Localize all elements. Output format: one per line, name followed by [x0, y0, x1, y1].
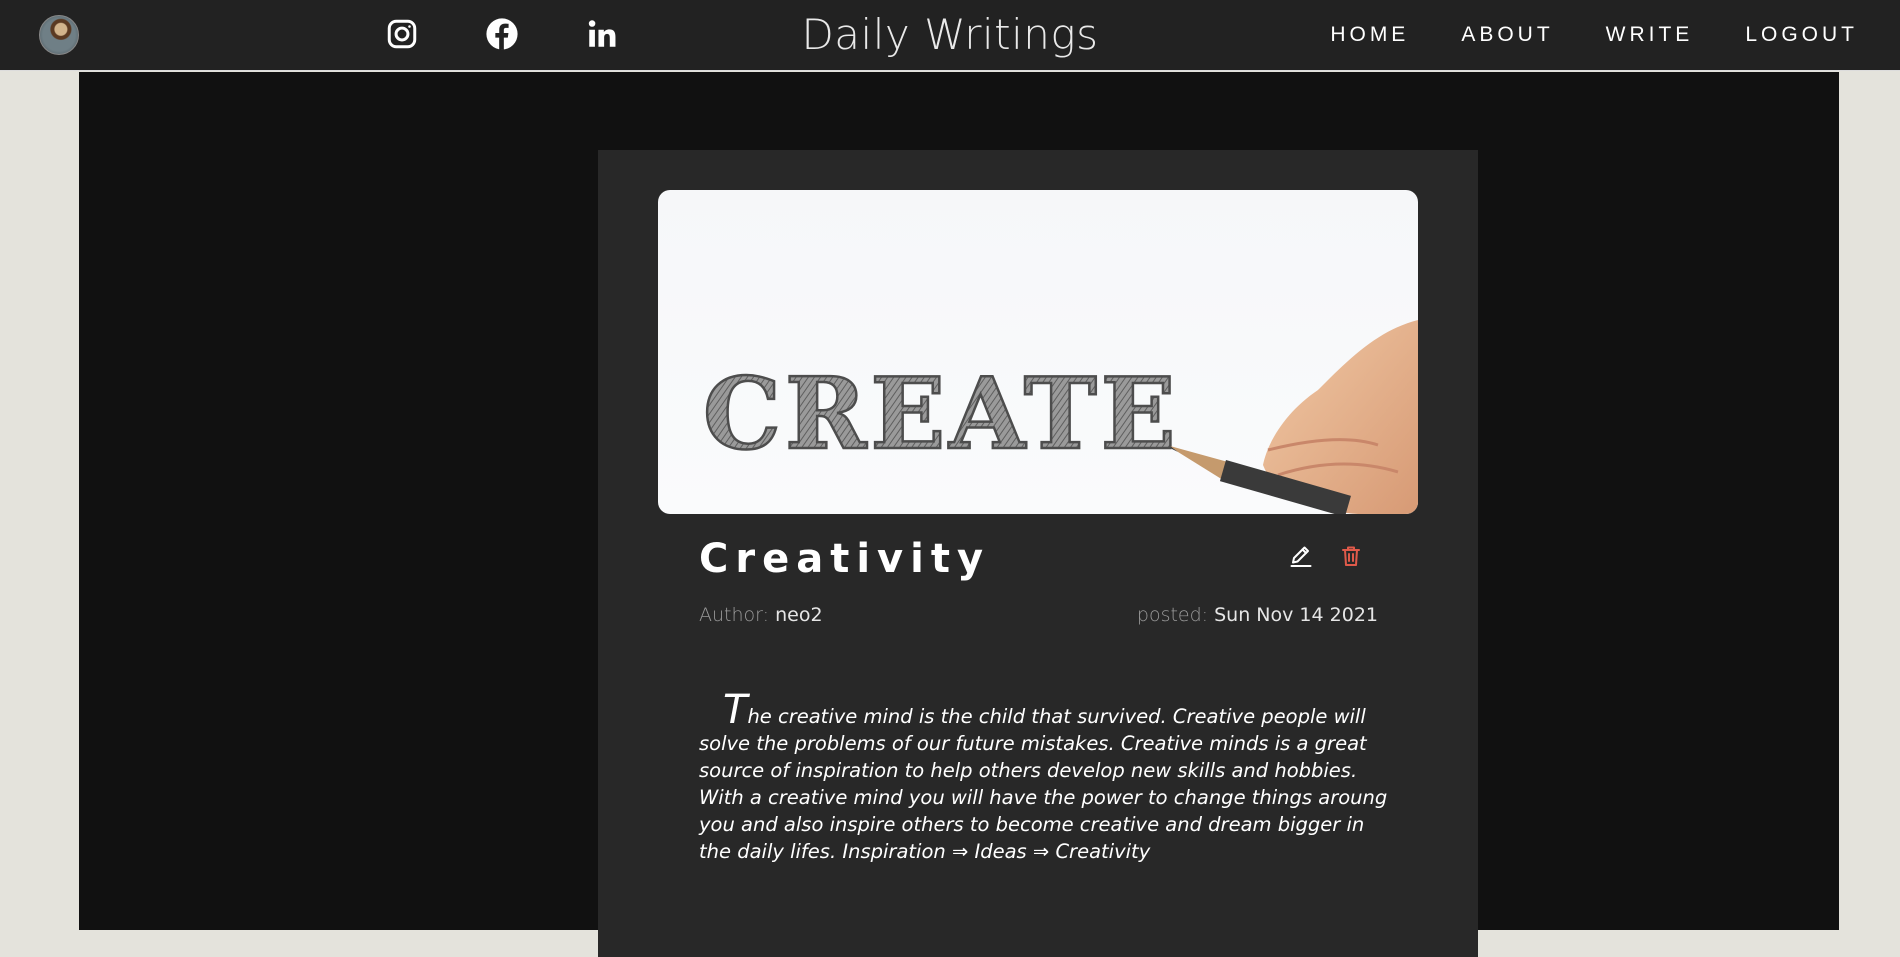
nav-write[interactable]: WRITE — [1606, 20, 1694, 50]
post-date: posted: Sun Nov 14 2021 — [1137, 602, 1378, 628]
post-card: CREATE Creativity Author: neo2 posted: S… — [598, 150, 1478, 957]
nav-logout[interactable]: LOGOUT — [1745, 20, 1858, 50]
top-navbar: Daily Writings HOME ABOUT WRITE LOGOUT — [0, 0, 1900, 71]
date-value: Sun Nov 14 2021 — [1214, 604, 1378, 626]
page-background: CREATE Creativity Author: neo2 posted: S… — [79, 72, 1839, 957]
posted-label: posted: — [1136, 604, 1209, 626]
nav-about[interactable]: ABOUT — [1461, 20, 1553, 50]
post-author: Author: neo2 — [699, 602, 823, 628]
create-sketch-text: CREATE — [703, 357, 1179, 472]
post-title: Creativity — [699, 536, 991, 582]
author-name[interactable]: neo2 — [775, 604, 822, 626]
main-nav: HOME ABOUT WRITE LOGOUT — [1330, 20, 1858, 50]
avatar[interactable] — [39, 15, 79, 55]
post-image: CREATE — [658, 190, 1418, 514]
instagram-icon[interactable] — [385, 17, 419, 51]
facebook-icon[interactable] — [485, 17, 519, 51]
nav-home[interactable]: HOME — [1330, 20, 1409, 50]
post-body: The creative mind is the child that surv… — [699, 687, 1388, 863]
trash-icon[interactable] — [1339, 544, 1363, 568]
edit-icon[interactable] — [1289, 544, 1313, 568]
author-label: Author: — [699, 604, 770, 626]
linkedin-icon[interactable] — [585, 17, 619, 51]
